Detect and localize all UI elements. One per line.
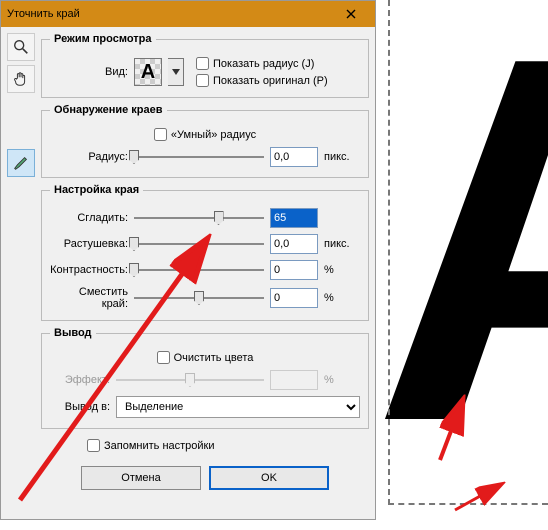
effect-slider	[116, 371, 264, 389]
output-select[interactable]: Выделение	[116, 396, 360, 418]
contrast-label: Контрастность:	[50, 264, 128, 276]
show-radius-checkbox[interactable]: Показать радиус (J)	[196, 57, 328, 70]
view-mode-legend: Режим просмотра	[50, 33, 156, 45]
view-swatch[interactable]: A	[134, 58, 162, 86]
edge-detection-group: Обнаружение краев «Умный» радиус Радиус:…	[41, 104, 369, 178]
smooth-slider[interactable]	[134, 209, 264, 227]
smooth-label: Сгладить:	[50, 212, 128, 224]
output-legend: Вывод	[50, 327, 96, 339]
adjust-edge-group: Настройка края Сгладить: Растушевка: пик	[41, 184, 369, 321]
shift-label: Сместить край:	[50, 286, 128, 310]
titlebar: Уточнить край	[1, 1, 375, 27]
remember-checkbox[interactable]: Запомнить настройки	[87, 439, 369, 452]
decontaminate-checkbox[interactable]: Очистить цвета	[157, 351, 254, 364]
smooth-input[interactable]	[270, 208, 318, 228]
shift-unit: %	[324, 292, 360, 304]
effect-label: Эффект:	[50, 374, 110, 386]
smart-radius-checkbox[interactable]: «Умный» радиус	[154, 128, 256, 141]
smart-radius-label: «Умный» радиус	[171, 129, 256, 141]
remember-input[interactable]	[87, 439, 100, 452]
hand-tool[interactable]	[7, 65, 35, 93]
show-radius-label: Показать радиус (J)	[213, 58, 314, 70]
radius-label: Радиус:	[50, 151, 128, 163]
output-group: Вывод Очистить цвета Эффект: % В	[41, 327, 369, 429]
shift-input[interactable]	[270, 288, 318, 308]
effect-unit: %	[324, 374, 360, 386]
feather-slider[interactable]	[134, 235, 264, 253]
effect-input	[270, 370, 318, 390]
decontaminate-label: Очистить цвета	[174, 352, 254, 364]
edge-detection-legend: Обнаружение краев	[50, 104, 167, 116]
contrast-slider[interactable]	[134, 261, 264, 279]
cancel-button[interactable]: Отмена	[81, 466, 201, 490]
show-original-input[interactable]	[196, 74, 209, 87]
window-title: Уточнить край	[7, 8, 333, 20]
ok-button[interactable]: OK	[209, 466, 329, 490]
radius-unit: пикс.	[324, 151, 360, 163]
shift-slider[interactable]	[134, 289, 264, 307]
decontaminate-input[interactable]	[157, 351, 170, 364]
close-button[interactable]	[333, 2, 369, 26]
contrast-unit: %	[324, 264, 360, 276]
preview-letter-A: A	[372, 0, 548, 500]
zoom-tool[interactable]	[7, 33, 35, 61]
show-original-label: Показать оригинал (P)	[213, 75, 328, 87]
radius-input[interactable]	[270, 147, 318, 167]
output-to-label: Вывод в:	[50, 401, 110, 413]
feather-unit: пикс.	[324, 238, 360, 250]
show-original-checkbox[interactable]: Показать оригинал (P)	[196, 74, 328, 87]
refine-brush-tool[interactable]	[7, 149, 35, 177]
contrast-input[interactable]	[270, 260, 318, 280]
feather-input[interactable]	[270, 234, 318, 254]
show-radius-input[interactable]	[196, 57, 209, 70]
feather-label: Растушевка:	[50, 238, 128, 250]
smart-radius-input[interactable]	[154, 128, 167, 141]
view-label: Вид:	[50, 66, 128, 78]
view-swatch-dropdown[interactable]	[168, 58, 184, 86]
remember-label: Запомнить настройки	[104, 440, 215, 452]
tool-column	[7, 33, 37, 515]
radius-slider[interactable]	[134, 148, 264, 166]
refine-edge-dialog: Уточнить край Режим просмотра Вид: A	[0, 0, 376, 520]
view-mode-group: Режим просмотра Вид: A Показать радиус (…	[41, 33, 369, 98]
adjust-edge-legend: Настройка края	[50, 184, 143, 196]
